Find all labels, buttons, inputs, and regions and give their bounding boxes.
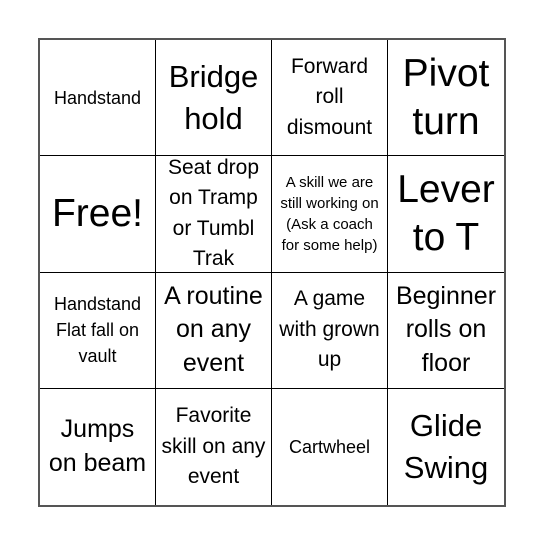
bingo-cell-text: Lever to T [397,168,495,259]
bingo-cell[interactable]: Cartwheel [272,388,388,505]
bingo-cell[interactable]: Lever to T [388,156,504,273]
bingo-cell-text: Favorite skill on any event [161,404,266,489]
bingo-cell-text: A game with grown up [279,287,380,372]
bingo-cell[interactable]: Seat drop on Tramp or Tumbl Trak [156,156,272,273]
bingo-cell[interactable]: Glide Swing [388,389,504,505]
bingo-cell-text: Handstand Flat fall on vault [53,293,142,367]
bingo-cell[interactable]: Handstand Flat fall on vault [40,272,156,389]
bingo-cell[interactable]: Bridge hold [156,40,272,157]
bingo-cell[interactable]: Free! [40,156,156,273]
bingo-cell-text: Pivot turn [402,52,490,143]
bingo-cell-text: Handstand [53,87,142,108]
bingo-cell[interactable]: Forward roll dismount [272,40,388,157]
bingo-cell-text: Free! [51,192,144,236]
bingo-cell[interactable]: Handstand [40,40,156,157]
bingo-cell[interactable]: Favorite skill on any event [156,388,272,505]
bingo-cell[interactable]: Beginner rolls on floor [388,273,504,389]
bingo-cell-text: Glide Swing [403,408,489,485]
bingo-cell[interactable]: A routine on any event [156,272,272,389]
bingo-board: Handstand Bridge hold Forward roll dismoun… [38,38,506,507]
bingo-cell-text: Beginner rolls on floor [395,281,497,378]
bingo-cell[interactable]: Jumps on beam [40,388,156,505]
bingo-cell[interactable]: A skill we are still working on (Ask a c… [272,156,388,273]
bingo-cell[interactable]: Pivot turn [388,40,504,157]
bingo-cell-text: Bridge hold [168,58,259,136]
bingo-cell-text: Jumps on beam [48,415,147,477]
bingo-cell[interactable]: A game with grown up [272,272,388,389]
bingo-cell-text: Cartwheel [288,436,371,457]
bingo-cell-text: A skill we are still working on (Ask a c… [280,173,379,254]
bingo-cell-text: A routine on any event [164,281,263,378]
bingo-cell-text: Seat drop on Tramp or Tumbl Trak [167,156,260,271]
bingo-cell-text: Forward roll dismount [286,54,373,139]
